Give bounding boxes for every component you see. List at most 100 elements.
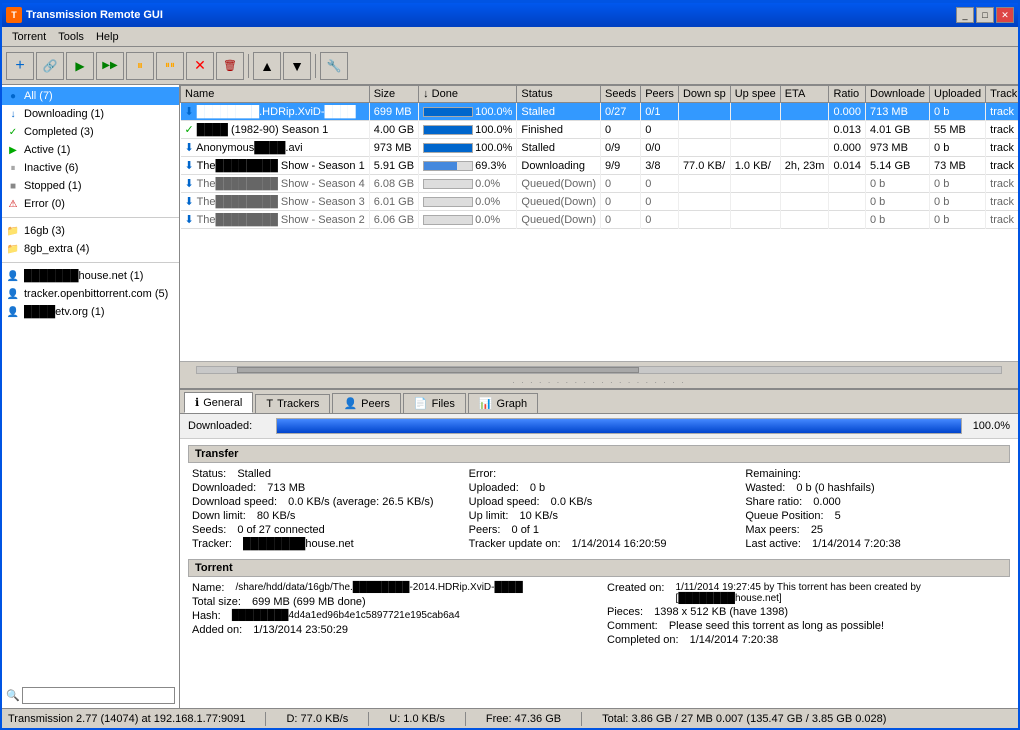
table-row[interactable]: ⬇ ████████.HDRip.XviD-████ 699 MB 100.0% — [181, 103, 1019, 121]
downloaded-bar-fill — [277, 419, 961, 433]
cell-status: Finished — [517, 121, 601, 139]
cell-downloaded: 973 MB — [866, 139, 930, 157]
sidebar-item-tracker1[interactable]: 👤 ███████house.net (1) — [2, 267, 179, 285]
col-ratio[interactable]: Ratio — [829, 86, 866, 103]
status-icon-queued3: ⬇ — [185, 214, 194, 226]
tab-peers[interactable]: 👤 Peers — [332, 393, 400, 413]
tab-general[interactable]: ℹ General — [184, 392, 253, 413]
torrent-info-col1: Name: /share/hdd/data/16gb/The.████████-… — [192, 581, 591, 647]
info-row-created: Created on: 1/11/2014 19:27:45 by This t… — [607, 581, 1006, 605]
col-status[interactable]: Status — [517, 86, 601, 103]
search-input[interactable] — [22, 687, 175, 704]
info-row-tracker: Tracker: ████████house.net — [192, 537, 453, 551]
close-button[interactable]: ✕ — [996, 7, 1014, 23]
move-up-button[interactable]: ▲ — [253, 52, 281, 80]
menu-tools[interactable]: Tools — [52, 29, 90, 45]
sidebar-item-tracker2[interactable]: 👤 tracker.openbittorrent.com (5) — [2, 285, 179, 303]
sidebar-item-downloading[interactable]: ↓ Downloading (1) — [2, 105, 179, 123]
col-uploaded[interactable]: Uploaded — [930, 86, 986, 103]
col-down-speed[interactable]: Down sp — [678, 86, 730, 103]
table-row[interactable]: ⬇ The████████ Show - Season 2 6.06 GB 0.… — [181, 211, 1019, 229]
move-down-button[interactable]: ▼ — [283, 52, 311, 80]
cell-down-speed — [678, 103, 730, 121]
hash-val: ████████4d4a1ed96b4e1c5897721e195cab6a4 — [232, 610, 460, 622]
sidebar-item-active[interactable]: ▶ Active (1) — [2, 141, 179, 159]
cell-uploaded: 0 b — [930, 193, 986, 211]
add-url-button[interactable]: 🔗 — [36, 52, 64, 80]
pause-all-button[interactable]: ⏸⏸ — [156, 52, 184, 80]
horizontal-scrollbar[interactable] — [180, 361, 1018, 377]
cell-downloaded: 713 MB — [866, 103, 930, 121]
wasted-key: Wasted: — [745, 482, 785, 494]
col-eta[interactable]: ETA — [780, 86, 829, 103]
add-torrent-button[interactable]: + — [6, 52, 34, 80]
sidebar-item-16gb[interactable]: 📁 16gb (3) — [2, 222, 179, 240]
cell-uploaded: 73 MB — [930, 157, 986, 175]
completed-on-key: Completed on: — [607, 634, 679, 646]
sidebar-label-stopped: Stopped (1) — [24, 180, 81, 192]
pause-button[interactable]: ⏸ — [126, 52, 154, 80]
window-controls: _ □ ✕ — [956, 7, 1014, 23]
tab-trackers[interactable]: T Trackers — [255, 394, 330, 413]
tab-files[interactable]: 📄 Files — [403, 393, 466, 413]
remove-button[interactable]: ✕ — [186, 52, 214, 80]
seeds-val: 0 of 27 connected — [237, 524, 324, 536]
sidebar-item-error[interactable]: ⚠ Error (0) — [2, 195, 179, 213]
cell-size: 4.00 GB — [369, 121, 418, 139]
menu-help[interactable]: Help — [90, 29, 125, 45]
col-track[interactable]: Track — [986, 86, 1018, 103]
torrents-list: Name Size ↓ Done Status Seeds Peers Down… — [180, 85, 1018, 229]
cell-ratio: 0.014 — [829, 157, 866, 175]
cell-seeds: 0 — [600, 121, 640, 139]
col-seeds[interactable]: Seeds — [600, 86, 640, 103]
settings-button[interactable]: 🔧 — [320, 52, 348, 80]
table-row[interactable]: ✓ ████ (1982-90) Season 1 4.00 GB 100.0% — [181, 121, 1019, 139]
wasted-val: 0 b (0 hashfails) — [796, 482, 874, 494]
col-name[interactable]: Name — [181, 86, 370, 103]
col-downloaded[interactable]: Downloade — [866, 86, 930, 103]
status-icon-queued1: ⬇ — [185, 178, 194, 190]
torrent-info-col2: Created on: 1/11/2014 19:27:45 by This t… — [607, 581, 1006, 647]
tab-graph[interactable]: 📊 Graph — [468, 393, 538, 413]
cell-done: 0.0% — [419, 193, 517, 211]
cell-status: Downloading — [517, 157, 601, 175]
sidebar-item-stopped[interactable]: ■ Stopped (1) — [2, 177, 179, 195]
title-bar: T Transmission Remote GUI _ □ ✕ — [2, 3, 1018, 27]
status-icon-stalled: ⬇ — [185, 106, 194, 118]
cell-name: ⬇ ████████.HDRip.XviD-████ — [181, 103, 370, 121]
col-done[interactable]: ↓ Done — [419, 86, 517, 103]
sidebar-item-tracker3[interactable]: 👤 ████etv.org (1) — [2, 303, 179, 321]
info-row-status: Status: Stalled — [192, 467, 453, 481]
folder-icon-16gb: 📁 — [6, 224, 20, 238]
start-button[interactable]: ▶ — [66, 52, 94, 80]
dl-speed-val: 0.0 KB/s (average: 26.5 KB/s) — [288, 496, 434, 508]
table-row[interactable]: ⬇ Anonymous████.avi 973 MB 100.0% Stalle — [181, 139, 1019, 157]
info-row-downloaded: Downloaded: 713 MB — [192, 481, 453, 495]
col-peers[interactable]: Peers — [641, 86, 679, 103]
torrent-name-key: Name: — [192, 582, 224, 594]
table-row[interactable]: ⬇ The████████ Show - Season 1 5.91 GB 69… — [181, 157, 1019, 175]
remove-data-button[interactable]: 🗑 — [216, 52, 244, 80]
sidebar-item-8gb[interactable]: 📁 8gb_extra (4) — [2, 240, 179, 258]
col-up-speed[interactable]: Up spee — [730, 86, 780, 103]
cell-seeds: 0 — [600, 193, 640, 211]
error-key: Error: — [469, 468, 497, 480]
info-row-peers: Peers: 0 of 1 — [469, 523, 730, 537]
table-row[interactable]: ⬇ The████████ Show - Season 3 6.01 GB 0.… — [181, 193, 1019, 211]
cell-name: ⬇ Anonymous████.avi — [181, 139, 370, 157]
scrollbar-thumb[interactable] — [237, 367, 639, 373]
sidebar-item-all[interactable]: ● All (7) — [2, 87, 179, 105]
minimize-button[interactable]: _ — [956, 7, 974, 23]
menu-torrent[interactable]: Torrent — [6, 29, 52, 45]
sidebar-item-completed[interactable]: ✓ Completed (3) — [2, 123, 179, 141]
last-active-key: Last active: — [745, 538, 801, 550]
up-limit-val: 10 KB/s — [519, 510, 558, 522]
col-size[interactable]: Size — [369, 86, 418, 103]
downloaded-percent: 100.0% — [970, 420, 1010, 432]
start-all-button[interactable]: ▶▶ — [96, 52, 124, 80]
maximize-button[interactable]: □ — [976, 7, 994, 23]
scrollbar-track[interactable] — [196, 366, 1002, 374]
sidebar-item-inactive[interactable]: ⏸ Inactive (6) — [2, 159, 179, 177]
main-content: ● All (7) ↓ Downloading (1) ✓ Completed … — [2, 85, 1018, 708]
table-row[interactable]: ⬇ The████████ Show - Season 4 6.08 GB 0.… — [181, 175, 1019, 193]
